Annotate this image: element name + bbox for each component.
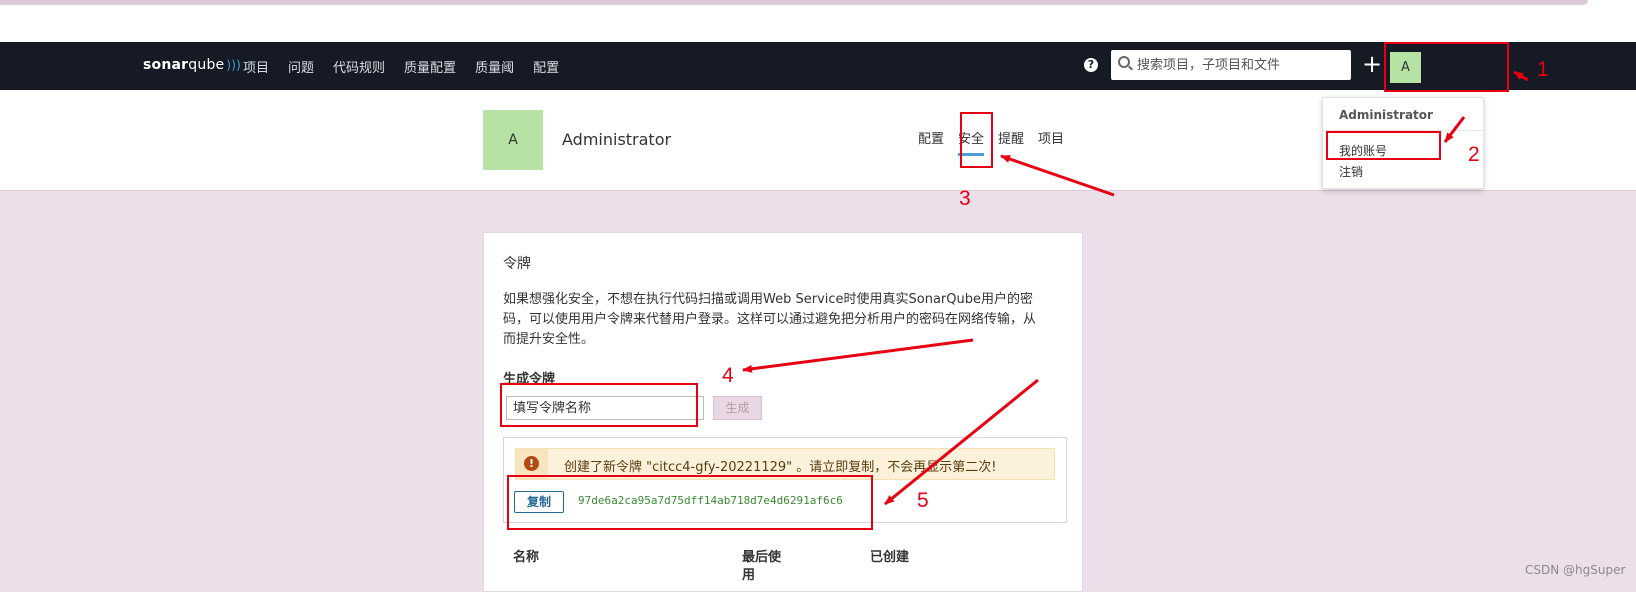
arrow-4	[742, 338, 974, 373]
arrow-3	[1000, 154, 1115, 197]
annotation-arrows	[742, 70, 1529, 506]
watermark: CSDN @hgSuper	[1525, 563, 1626, 577]
arrow-5	[884, 378, 1039, 506]
arrow-1	[1513, 70, 1529, 82]
arrow-2	[1443, 116, 1466, 143]
